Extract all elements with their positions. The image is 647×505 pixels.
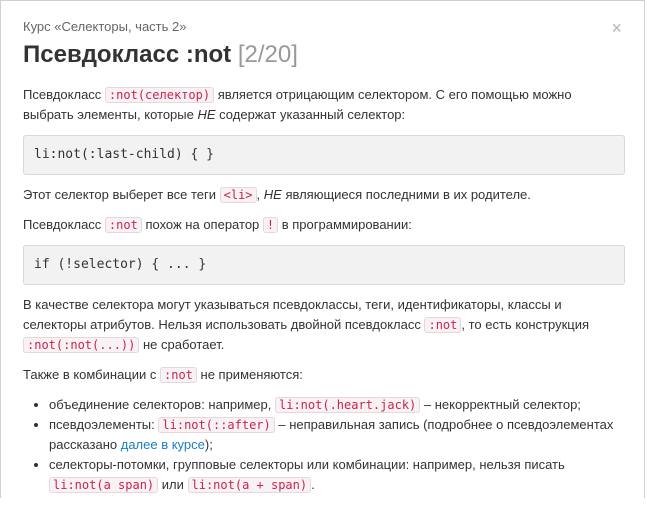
inline-code: :not	[424, 317, 462, 333]
text: не применяются:	[196, 367, 303, 382]
text: или	[158, 477, 188, 492]
text: – некорректный селектор;	[420, 397, 581, 412]
text: являющиеся последними в их родителе.	[281, 187, 531, 202]
inline-code: <li>	[219, 187, 257, 203]
text: объединение селекторов: например,	[49, 397, 275, 412]
inline-code: :not(:not(...))	[23, 337, 140, 353]
paragraph-combinations: Также в комбинации с :not не применяются…	[23, 365, 625, 385]
paragraph-rules: В качестве селектора могут указываться п…	[23, 295, 625, 355]
text: Этот селектор выберет все теги	[23, 187, 220, 202]
progress-counter: [2/20]	[237, 41, 298, 68]
title-text: Псевдокласс :not	[23, 41, 232, 68]
course-link[interactable]: Селекторы, часть 2	[62, 19, 180, 34]
task-panel: × Курс «Селекторы, часть 2» Псевдокласс …	[0, 0, 645, 498]
text: Также в комбинации с	[23, 367, 160, 382]
text: не сработает.	[139, 337, 225, 352]
inline-code: :not(селектор)	[104, 87, 215, 103]
text: в программировании:	[278, 217, 412, 232]
text: .	[311, 477, 315, 492]
list-item: псевдоэлементы: li:not(::after) – неправ…	[49, 415, 625, 455]
theory-content: Псевдокласс :not(селектор) является отри…	[23, 85, 625, 505]
course-breadcrumb: Курс «Селекторы, часть 2»	[23, 19, 186, 34]
text: похож на оператор	[141, 217, 263, 232]
course-suffix: »	[179, 19, 187, 34]
text: , то есть конструкция	[461, 317, 590, 332]
close-icon[interactable]: ×	[611, 19, 622, 37]
text: ,	[256, 187, 264, 202]
code-block: li:not(:last-child) { }	[23, 135, 625, 175]
paragraph-intro: Псевдокласс :not(селектор) является отри…	[23, 85, 625, 125]
text: Псевдокласс	[23, 87, 105, 102]
inline-code: li:not(a span)	[49, 477, 159, 493]
paragraph-explain: Этот селектор выберет все теги <li>, НЕ …	[23, 185, 625, 205]
paragraph-operator: Псевдокласс :not похож на оператор ! в п…	[23, 215, 625, 235]
text: псевдоэлементы:	[49, 417, 159, 432]
inline-code: !	[262, 217, 279, 233]
text: содержат указанный селектор:	[215, 107, 406, 122]
emphasis: НЕ	[263, 187, 282, 202]
code-block: if (!selector) { ... }	[23, 245, 625, 285]
restrictions-list: объединение селекторов: например, li:not…	[23, 395, 625, 495]
list-item: селекторы-потомки, групповые селекторы и…	[49, 455, 625, 495]
inline-code: li:not(::after)	[158, 417, 275, 433]
inline-code: li:not(a + span)	[187, 477, 312, 493]
course-prefix: Курс «	[23, 19, 62, 34]
inline-code: :not	[104, 217, 142, 233]
text: );	[204, 437, 213, 452]
inline-code: li:not(.heart.jack)	[275, 397, 421, 413]
list-item: объединение селекторов: например, li:not…	[49, 395, 625, 415]
inline-code: :not	[160, 367, 197, 383]
emphasis: НЕ	[197, 107, 216, 122]
course-link-pseudo-elements[interactable]: далее в курсе	[121, 437, 205, 452]
text: селекторы-потомки, групповые селекторы и…	[49, 457, 565, 472]
text: Псевдокласс	[23, 217, 105, 232]
page-title: Псевдокласс :not [2/20]	[23, 41, 298, 69]
